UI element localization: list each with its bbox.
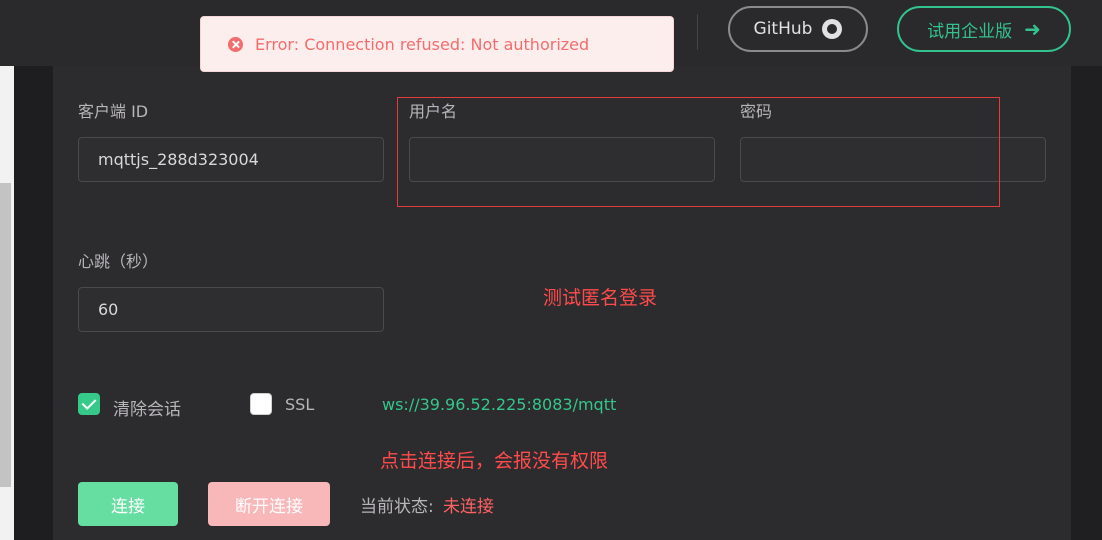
checkmark-icon [81,395,97,410]
ssl-checkbox[interactable] [250,393,272,415]
connect-annotation: 点击连接后，会报没有权限 [380,450,609,472]
try-enterprise-label: 试用企业版 [927,21,1013,42]
right-page-strip [1071,66,1102,540]
ssl-label: SSL [285,395,315,414]
client-id-label: 客户端 ID [78,102,149,121]
error-message: Error: Connection refused: Not authorize… [255,34,590,54]
navbar-divider [697,14,698,50]
connect-button[interactable]: 连接 [78,482,178,526]
disconnect-label: 断开连接 [235,496,303,517]
keepalive-label: 心跳（秒） [78,252,159,271]
github-label: GitHub [753,19,813,39]
clean-session-label: 清除会话 [113,400,181,420]
try-enterprise-button[interactable]: 试用企业版 ➜ [897,6,1071,52]
connect-label: 连接 [111,496,145,517]
status-value: 未连接 [443,497,494,517]
error-toast: Error: Connection refused: Not authorize… [200,16,674,72]
disconnect-button[interactable]: 断开连接 [208,482,330,526]
client-id-input[interactable]: mqttjs_288d323004 [78,137,384,182]
github-icon [822,19,843,39]
left-scrollbar[interactable] [0,183,11,487]
annotation-highlight-box [397,97,1000,207]
keepalive-value: 60 [98,300,119,319]
status-label: 当前状态: [360,497,434,517]
client-id-value: mqttjs_288d323004 [98,150,259,169]
error-circle-icon [228,36,243,52]
anonymous-login-annotation: 测试匿名登录 [543,287,658,309]
github-button[interactable]: GitHub [728,6,868,52]
arrow-right-icon: ➜ [1024,17,1041,41]
clean-session-checkbox[interactable] [78,393,100,415]
keepalive-input[interactable]: 60 [78,287,384,332]
broker-url: ws://39.96.52.225:8083/mqtt [382,395,617,414]
